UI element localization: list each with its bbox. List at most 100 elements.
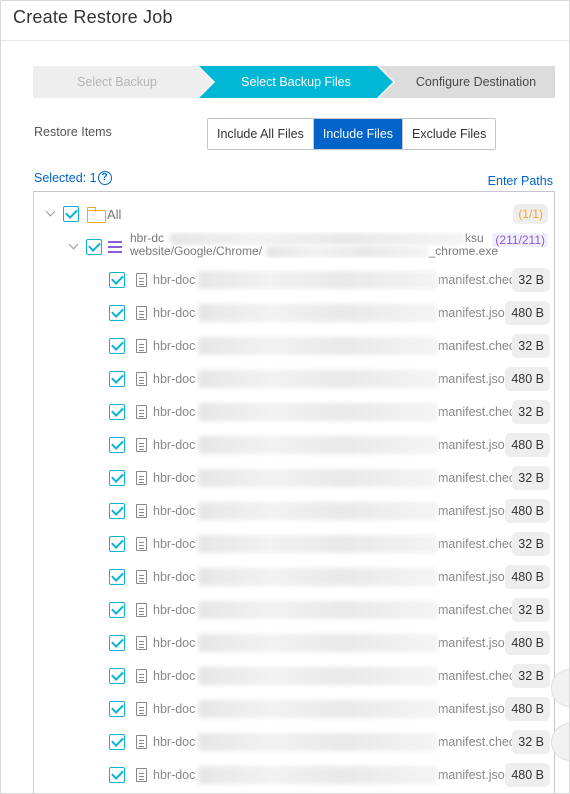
file-checkbox[interactable] [109,767,125,783]
tree-root-row[interactable]: All (1/1) [34,200,554,228]
file-name-redacted [198,568,438,586]
folder-icon [87,207,106,223]
file-name-suffix: manifest.checksum [438,339,521,353]
dialog-title: Create Restore Job [13,7,173,27]
file-icon [136,405,147,419]
step-select-backup-files[interactable]: Select Backup Files [199,66,393,98]
file-icon [136,438,147,452]
file-name-redacted [198,469,438,487]
source-checkbox[interactable] [86,239,102,255]
file-size-badge: 480 B [505,433,550,457]
file-checkbox[interactable] [109,437,125,453]
file-checkbox[interactable] [109,734,125,750]
exclude-files-button[interactable]: Exclude Files [403,119,496,149]
include-all-files-button[interactable]: Include All Files [208,119,314,149]
file-size-badge: 32 B [512,268,550,292]
file-row[interactable]: hbr-doc manifest.json 480 B [34,629,554,657]
file-row[interactable]: hbr-doc manifest.json 480 B [34,695,554,723]
file-checkbox[interactable] [109,602,125,618]
file-icon [136,570,147,584]
file-name-prefix: hbr-doc [153,504,196,518]
file-checkbox[interactable] [109,536,125,552]
file-name-suffix: manifest.checksum [438,273,521,287]
file-row[interactable]: hbr-doc manifest.checksum32 B [34,266,554,294]
file-checkbox[interactable] [109,404,125,420]
selected-count: Selected: 1 ? [34,171,112,185]
file-name-prefix: hbr-doc [153,372,196,386]
file-checkbox[interactable] [109,371,125,387]
file-name-prefix: hbr-doc [153,273,196,287]
file-checkbox[interactable] [109,668,125,684]
file-size-badge: 480 B [505,301,550,325]
file-row[interactable]: hbr-doc manifest.json 480 B [34,299,554,327]
file-size-badge: 32 B [512,730,550,754]
file-name-prefix: hbr-doc [153,405,196,419]
file-row[interactable]: hbr-doc manifest.json 480 B [34,431,554,459]
file-icon [136,735,147,749]
file-size-badge: 480 B [505,631,550,655]
file-row[interactable]: hbr-doc manifest.json 480 B [34,761,554,789]
enter-paths-link[interactable]: Enter Paths [488,174,553,188]
file-name-suffix: manifest.checksum [438,669,521,683]
source-name-line2: website/Google/Chrome/ [130,244,263,258]
step-configure-destination[interactable]: Configure Destination [379,66,555,98]
file-name-prefix: hbr-doc [153,438,196,452]
file-icon [136,504,147,518]
file-name-suffix: manifest.checksum [438,603,521,617]
file-row[interactable]: hbr-doc manifest.checksum32 B [34,596,554,624]
file-checkbox[interactable] [109,272,125,288]
file-row[interactable]: hbr-doc manifest.checksum32 B [34,530,554,558]
file-row[interactable]: hbr-doc manifest.json 480 B [34,365,554,393]
file-name-suffix: manifest.checksum [438,471,521,485]
file-row[interactable]: hbr-doc manifest.json 480 B [34,563,554,591]
file-icon [136,273,147,287]
file-name-redacted [198,502,438,520]
file-icon [136,471,147,485]
file-name-suffix: manifest.checksum [438,735,521,749]
file-name-prefix: hbr-doc [153,570,196,584]
file-checkbox[interactable] [109,569,125,585]
file-name-redacted [198,370,438,388]
root-checkbox[interactable] [63,206,79,222]
file-icon [136,306,147,320]
step-select-backup[interactable]: Select Backup [33,66,213,98]
file-icon [136,537,147,551]
tree-source-row[interactable]: hbr-dc ksu website/Google/Chrome/ _chrom… [34,232,554,262]
file-icon [136,636,147,650]
root-label: All [107,206,122,222]
file-size-badge: 32 B [512,466,550,490]
file-row[interactable]: hbr-doc manifest.checksum32 B [34,662,554,690]
file-checkbox[interactable] [109,635,125,651]
file-icon [136,372,147,386]
create-restore-job-dialog: Create Restore Job Select Backup Configu… [0,0,570,794]
file-row[interactable]: hbr-doc manifest.json 480 B [34,497,554,525]
file-name-prefix: hbr-doc [153,768,196,782]
source-name-line2-end: _chrome.exe [428,244,498,258]
file-size-badge: 32 B [512,598,550,622]
file-name-redacted [198,436,438,454]
file-name-prefix: hbr-doc [153,339,196,353]
file-name-redacted [198,634,438,652]
file-checkbox[interactable] [109,503,125,519]
file-checkbox[interactable] [109,338,125,354]
source-name: hbr-dc ksu website/Google/Chrome/ _chrom… [130,232,498,258]
file-name-prefix: hbr-doc [153,636,196,650]
include-files-button[interactable]: Include Files [313,119,404,149]
file-checkbox[interactable] [109,470,125,486]
chevron-down-icon[interactable] [68,241,80,253]
wizard-steps: Select Backup Configure Destination Sele… [33,66,555,98]
file-row[interactable]: hbr-doc manifest.checksum32 B [34,728,554,756]
file-checkbox[interactable] [109,701,125,717]
file-name-prefix: hbr-doc [153,537,196,551]
file-name-suffix: manifest.checksum [438,537,521,551]
file-row[interactable]: hbr-doc manifest.checksum32 B [34,398,554,426]
file-size-badge: 32 B [512,532,550,556]
file-checkbox[interactable] [109,305,125,321]
file-row[interactable]: hbr-doc manifest.checksum32 B [34,464,554,492]
file-size-badge: 480 B [505,499,550,523]
file-row[interactable]: hbr-doc manifest.checksum32 B [34,332,554,360]
chevron-down-icon[interactable] [45,208,57,220]
file-tree: All (1/1) hbr-dc ksu website/Google/Chro… [33,191,555,793]
file-name-redacted [198,667,438,685]
help-icon[interactable]: ? [97,171,112,185]
